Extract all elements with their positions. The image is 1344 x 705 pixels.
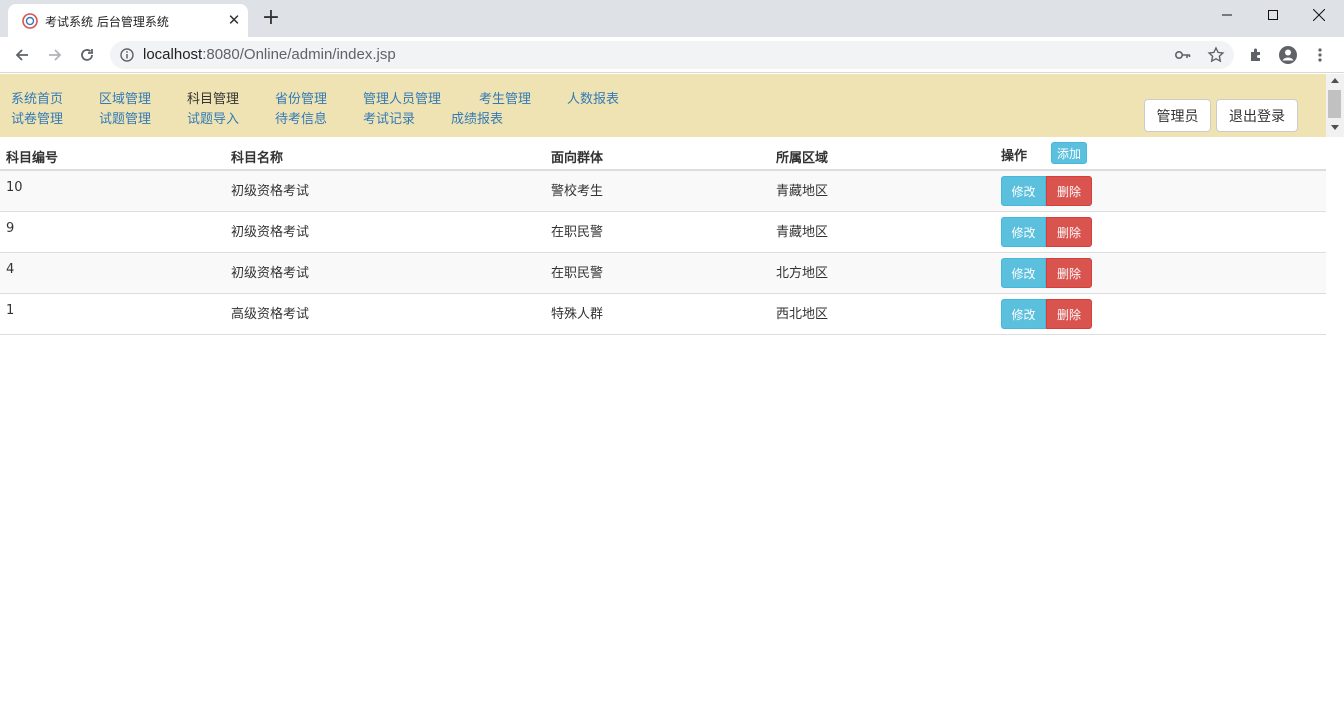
- minimize-icon[interactable]: [1204, 0, 1250, 30]
- header-subject-name: 科目名称: [231, 151, 284, 166]
- address-bar[interactable]: localhost:8080/Online/admin/index.jsp: [110, 41, 1234, 69]
- nav-question-import[interactable]: 试题导入: [187, 108, 239, 127]
- cell-region: 西北地区: [776, 307, 829, 322]
- cell-region: 青藏地区: [776, 225, 829, 240]
- cell-subject-name: 初级资格考试: [231, 184, 310, 199]
- key-icon[interactable]: [1174, 46, 1192, 64]
- table-row: 9 初级资格考试 在职民警 青藏地区 修改 删除: [0, 212, 1326, 253]
- subject-table: 科目编号 科目名称 面向群体 所属区域 操作 添加 10 初级资格考试 警校考生…: [0, 137, 1326, 335]
- nav-count-report[interactable]: 人数报表: [567, 88, 619, 107]
- delete-button[interactable]: 删除: [1046, 299, 1092, 329]
- cell-subject-id: 4: [6, 262, 15, 277]
- cell-target-group: 在职民警: [551, 225, 604, 240]
- browser-tabstrip: 考试系统 后台管理系统 ✕ +: [0, 0, 1344, 37]
- scroll-thumb[interactable]: [1328, 90, 1341, 118]
- header-target-group: 面向群体: [551, 151, 604, 166]
- browser-menu-icon[interactable]: [1308, 43, 1332, 67]
- cell-target-group: 特殊人群: [551, 307, 604, 322]
- table-header: 科目编号 科目名称 面向群体 所属区域 操作 添加: [0, 137, 1326, 171]
- header-actions: 操作: [1001, 149, 1028, 164]
- tab-title: 考试系统 后台管理系统: [45, 15, 169, 29]
- nav-admin-users[interactable]: 管理人员管理: [363, 88, 441, 107]
- add-button[interactable]: 添加: [1051, 142, 1087, 164]
- url-host: localhost: [143, 46, 203, 63]
- nav-province[interactable]: 省份管理: [275, 88, 327, 107]
- cell-target-group: 在职民警: [551, 266, 604, 281]
- cell-subject-name: 初级资格考试: [231, 225, 310, 240]
- cell-subject-name: 高级资格考试: [231, 307, 310, 322]
- scroll-down-arrow-icon[interactable]: [1331, 125, 1339, 130]
- header-region: 所属区域: [776, 151, 829, 166]
- browser-toolbar: localhost:8080/Online/admin/index.jsp: [0, 37, 1344, 73]
- maximize-icon[interactable]: [1250, 0, 1296, 30]
- edit-button[interactable]: 修改: [1001, 176, 1046, 206]
- site-favicon-icon: [22, 13, 38, 29]
- browser-tab[interactable]: 考试系统 后台管理系统 ✕: [8, 4, 248, 37]
- delete-button[interactable]: 删除: [1046, 258, 1092, 288]
- nav-home[interactable]: 系统首页: [11, 88, 63, 107]
- tab-close-icon[interactable]: ✕: [226, 12, 242, 28]
- table-row: 4 初级资格考试 在职民警 北方地区 修改 删除: [0, 253, 1326, 294]
- edit-button[interactable]: 修改: [1001, 217, 1046, 247]
- back-arrow-icon[interactable]: [10, 43, 34, 67]
- bookmark-star-icon[interactable]: [1207, 46, 1225, 64]
- forward-arrow-icon[interactable]: [43, 43, 67, 67]
- nav-region[interactable]: 区域管理: [99, 88, 151, 107]
- url-text: localhost:8080/Online/admin/index.jsp: [143, 46, 396, 63]
- edit-button[interactable]: 修改: [1001, 258, 1046, 288]
- cell-subject-id: 1: [6, 303, 15, 318]
- close-window-icon[interactable]: [1296, 0, 1342, 30]
- cell-subject-id: 10: [6, 180, 23, 195]
- cell-target-group: 警校考生: [551, 184, 604, 199]
- nav-score-report[interactable]: 成绩报表: [451, 108, 503, 127]
- table-row: 10 初级资格考试 警校考生 青藏地区 修改 删除: [0, 171, 1326, 212]
- header-subject-id: 科目编号: [6, 151, 59, 166]
- edit-button[interactable]: 修改: [1001, 299, 1046, 329]
- nav-papers[interactable]: 试卷管理: [11, 108, 63, 127]
- nav-examinees[interactable]: 考生管理: [479, 88, 531, 107]
- site-info-icon[interactable]: [120, 48, 134, 62]
- nav-pending-exams[interactable]: 待考信息: [275, 108, 327, 127]
- delete-button[interactable]: 删除: [1046, 176, 1092, 206]
- cell-subject-id: 9: [6, 221, 15, 236]
- cell-subject-name: 初级资格考试: [231, 266, 310, 281]
- delete-button[interactable]: 删除: [1046, 217, 1092, 247]
- reload-icon[interactable]: [75, 43, 99, 67]
- cell-region: 北方地区: [776, 266, 829, 281]
- table-row: 1 高级资格考试 特殊人群 西北地区 修改 删除: [0, 294, 1326, 335]
- url-path: :8080/Online/admin/index.jsp: [202, 46, 396, 63]
- cell-region: 青藏地区: [776, 184, 829, 199]
- logout-button[interactable]: 退出登录: [1216, 99, 1298, 132]
- admin-navbar: 系统首页 区域管理 科目管理 省份管理 管理人员管理 考生管理 人数报表 试卷管…: [0, 74, 1326, 137]
- admin-button[interactable]: 管理员: [1144, 99, 1211, 132]
- new-tab-icon[interactable]: +: [260, 7, 282, 30]
- nav-exam-records[interactable]: 考试记录: [363, 108, 415, 127]
- page-content: 系统首页 区域管理 科目管理 省份管理 管理人员管理 考生管理 人数报表 试卷管…: [0, 74, 1326, 705]
- page-scrollbar[interactable]: [1326, 74, 1344, 137]
- nav-subject[interactable]: 科目管理: [187, 88, 239, 107]
- nav-questions[interactable]: 试题管理: [99, 108, 151, 127]
- scroll-up-arrow-icon[interactable]: [1331, 78, 1339, 83]
- profile-avatar-icon[interactable]: [1276, 43, 1300, 67]
- extensions-icon[interactable]: [1244, 43, 1268, 67]
